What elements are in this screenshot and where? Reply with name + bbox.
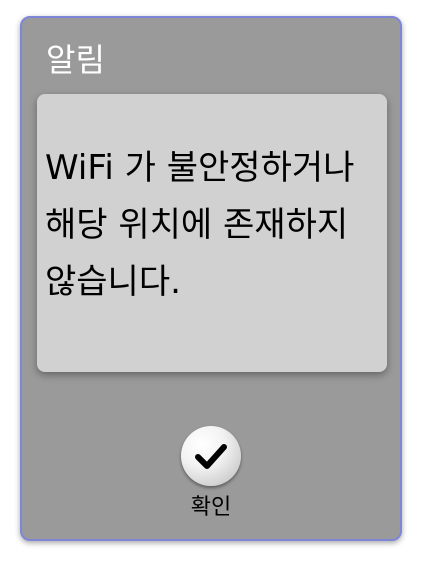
checkmark-glyph [195,444,227,469]
message-box: WiFi 가 불안정하거나 해당 위치에 존재하지 않습니다. [37,94,387,372]
confirm-button[interactable]: 확인 [171,422,251,522]
dialog-title: 알림 [46,41,105,79]
checkmark-icon [181,426,241,486]
alert-dialog: 알림 WiFi 가 불안정하거나 해당 위치에 존재하지 않습니다. 확인 [20,16,402,541]
confirm-button-label: 확인 [190,495,232,520]
message-text: WiFi 가 불안정하거나 해당 위치에 존재하지 않습니다. [45,148,355,302]
